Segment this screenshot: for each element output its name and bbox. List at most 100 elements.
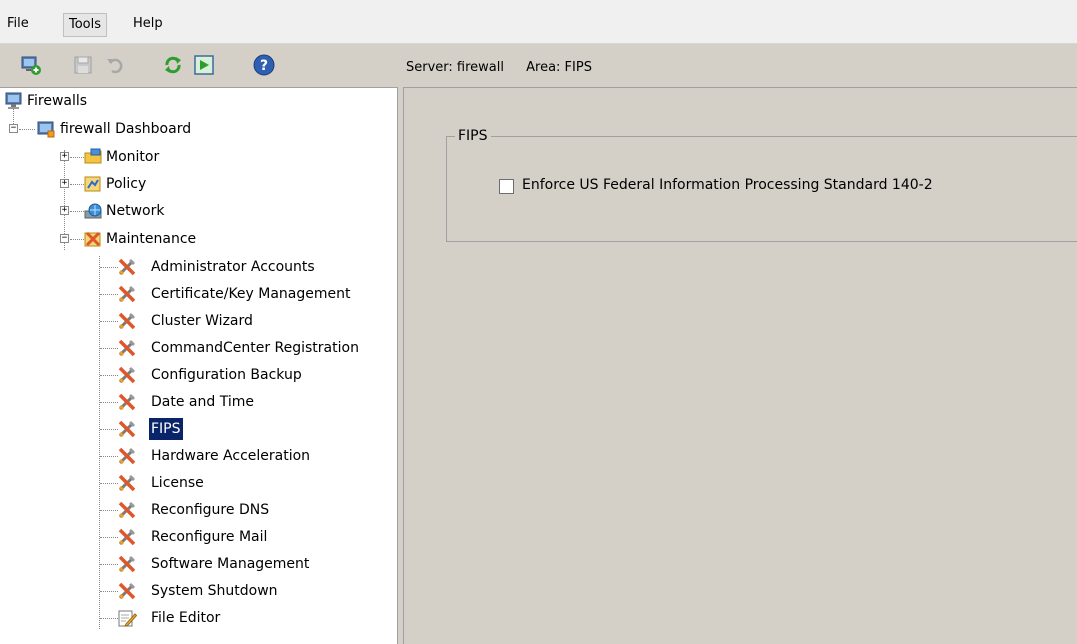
menu-file[interactable]: File	[2, 13, 34, 37]
tree-label-hardware-acceleration: Hardware Acceleration	[151, 448, 311, 464]
tree-item-reconfigure-mail[interactable]: Reconfigure Mail	[0, 526, 397, 548]
tree-item-monitor[interactable]: + Monitor	[0, 146, 397, 168]
tree-line	[100, 591, 118, 592]
tools-icon	[117, 392, 137, 412]
network-icon	[84, 202, 102, 220]
tree-line	[70, 239, 84, 240]
tools-icon	[117, 473, 137, 493]
tools-icon	[117, 446, 137, 466]
menu-tools[interactable]: Tools	[63, 13, 108, 37]
tree-item-file-editor[interactable]: File Editor	[0, 607, 397, 629]
expand-icon[interactable]: +	[60, 179, 69, 188]
tree-label-reconfigure-dns: Reconfigure DNS	[151, 502, 270, 518]
tree-item-cluster-wizard[interactable]: Cluster Wizard	[0, 310, 397, 332]
tree-line	[100, 402, 118, 403]
maintenance-icon	[84, 230, 102, 248]
undo-icon[interactable]	[104, 54, 126, 76]
tree-line	[100, 375, 118, 376]
expand-icon[interactable]: +	[60, 206, 69, 215]
tree-line	[100, 321, 118, 322]
dashboard-icon	[37, 120, 55, 138]
tree-line	[100, 267, 118, 268]
fips-group: FIPS Enforce US Federal Information Proc…	[446, 128, 1077, 242]
tools-icon	[117, 365, 137, 385]
tree-root[interactable]: Firewalls	[0, 90, 397, 112]
tree-line	[100, 510, 118, 511]
menu-bar: File Tools Help	[0, 0, 1077, 44]
tree-line	[70, 184, 84, 185]
tree-label-administrator-accounts: Administrator Accounts	[151, 259, 315, 275]
tree-item-license[interactable]: License	[0, 472, 397, 494]
tree-item-network[interactable]: + Network	[0, 200, 397, 222]
tree-item-policy[interactable]: + Policy	[0, 173, 397, 195]
tree-label-firewalls: Firewalls	[27, 93, 88, 109]
tree-item-software-management[interactable]: Software Management	[0, 553, 397, 575]
tree-item-configuration-backup[interactable]: Configuration Backup	[0, 364, 397, 386]
tree-label-certificate-key-management: Certificate/Key Management	[151, 286, 351, 302]
tree-label-system-shutdown: System Shutdown	[151, 583, 278, 599]
tree-item-hardware-acceleration[interactable]: Hardware Acceleration	[0, 445, 397, 467]
tree-item-maintenance[interactable]: − Maintenance	[0, 228, 397, 250]
help-icon[interactable]: ?	[253, 54, 275, 76]
collapse-icon[interactable]: −	[60, 234, 69, 243]
collapse-icon[interactable]: −	[9, 124, 18, 133]
tree-label-reconfigure-mail: Reconfigure Mail	[151, 529, 268, 545]
policy-icon	[84, 175, 102, 193]
tree-line	[100, 348, 118, 349]
tree-label-policy: Policy	[106, 176, 147, 192]
server-area-info: Server: firewall Area: FIPS	[406, 60, 592, 75]
tree-line	[100, 564, 118, 565]
tree-line	[100, 537, 118, 538]
tree-item-dashboard[interactable]: − firewall Dashboard	[0, 118, 397, 140]
refresh-icon[interactable]	[162, 54, 184, 76]
tree-label-configuration-backup: Configuration Backup	[151, 367, 302, 383]
tree-line	[100, 456, 118, 457]
file-editor-icon	[117, 608, 138, 628]
menu-help[interactable]: Help	[128, 13, 168, 37]
tree-line	[100, 294, 118, 295]
tools-icon	[117, 284, 137, 304]
tools-icon	[117, 338, 137, 358]
svg-text:?: ?	[260, 58, 268, 74]
tools-icon	[117, 500, 137, 520]
expand-icon[interactable]: +	[60, 152, 69, 161]
tree-item-fips[interactable]: FIPS	[0, 418, 397, 440]
tree-label-license: License	[151, 475, 204, 491]
tree-line	[100, 618, 118, 619]
tools-icon	[117, 527, 137, 547]
tree-item-system-shutdown[interactable]: System Shutdown	[0, 580, 397, 602]
tree-label-software-management: Software Management	[151, 556, 310, 572]
tree-line	[19, 129, 35, 130]
tools-icon	[117, 581, 137, 601]
tree-label-commandcenter-registration: CommandCenter Registration	[151, 340, 359, 356]
tree-label-cluster-wizard: Cluster Wizard	[151, 313, 253, 329]
group-title: FIPS	[455, 128, 491, 144]
tree-label-network: Network	[106, 203, 165, 219]
server-label: Server: firewall	[406, 60, 504, 75]
tree-item-commandcenter-registration[interactable]: CommandCenter Registration	[0, 337, 397, 359]
tree-item-administrator-accounts[interactable]: Administrator Accounts	[0, 256, 397, 278]
tree-line	[70, 211, 84, 212]
tree-item-date-and-time[interactable]: Date and Time	[0, 391, 397, 413]
connect-icon[interactable]	[20, 54, 42, 76]
fips-checkbox-label[interactable]: Enforce US Federal Information Processin…	[522, 177, 933, 193]
tree-item-reconfigure-dns[interactable]: Reconfigure DNS	[0, 499, 397, 521]
tools-icon	[117, 257, 137, 277]
tree-line	[70, 157, 84, 158]
folder-icon	[84, 148, 102, 166]
content-panel: FIPS Enforce US Federal Information Proc…	[403, 87, 1077, 644]
tree-label-fips: FIPS	[149, 418, 183, 440]
menu-row: File Tools Help	[0, 0, 1077, 44]
tree-item-certificate-key-management[interactable]: Certificate/Key Management	[0, 283, 397, 305]
tree-line	[100, 483, 118, 484]
computer-icon	[5, 92, 23, 110]
toolbar: ? Server: firewall Area: FIPS	[0, 46, 1077, 90]
save-icon[interactable]	[72, 54, 94, 76]
run-icon[interactable]	[193, 54, 215, 76]
tree-label-dashboard: firewall Dashboard	[60, 121, 192, 137]
tree-label-file-editor: File Editor	[151, 610, 221, 626]
fips-checkbox[interactable]	[499, 179, 514, 194]
tree-line	[100, 429, 118, 430]
tools-icon	[117, 311, 137, 331]
tree-label-monitor: Monitor	[106, 149, 160, 165]
